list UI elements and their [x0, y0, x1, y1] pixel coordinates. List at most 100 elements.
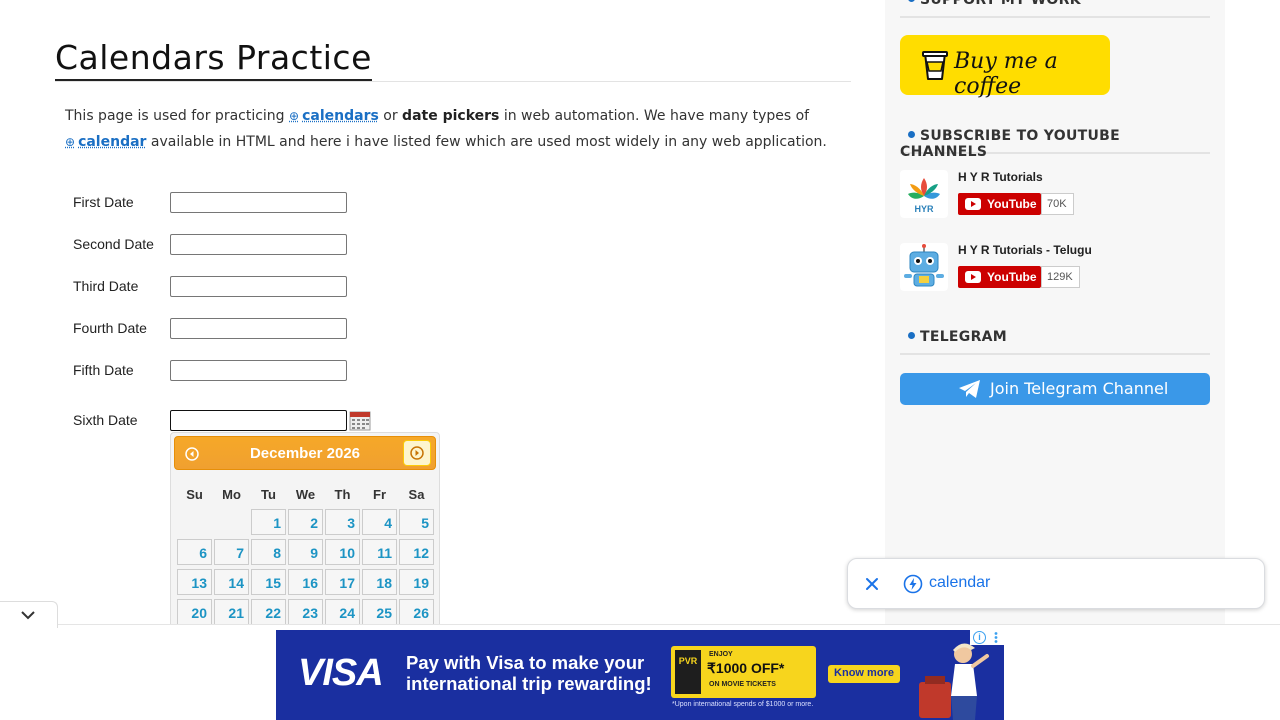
support-title-text: SUPPORT MY WORK: [920, 0, 1081, 8]
telegram-title-text: TELEGRAM: [920, 329, 1008, 345]
buy-coffee-label: Buy me a coffee: [954, 49, 1058, 99]
day-cell[interactable]: 14: [214, 569, 249, 595]
youtube-subscribe-button[interactable]: YouTube: [958, 193, 1041, 215]
channel-row-hyr-telugu: H Y R Tutorials - Telugu YouTube 129K: [900, 243, 1210, 293]
ad-choices[interactable]: i: [970, 630, 1004, 645]
ad-collapse-tab[interactable]: [0, 601, 58, 628]
hyr-telugu-channel-avatar[interactable]: [900, 243, 948, 291]
day-cell[interactable]: 24: [325, 599, 360, 625]
day-cell[interactable]: 13: [177, 569, 212, 595]
youtube-logo-icon: [965, 198, 981, 210]
day-cell[interactable]: 25: [362, 599, 397, 625]
plus-circle-icon: ⊕: [65, 135, 76, 149]
datepicker-grid: Su Mo Tu We Th Fr Sa 1 2 3 4 5 6 7 8 9 1…: [175, 479, 436, 629]
support-widget-title: SUPPORT MY WORK: [900, 0, 1210, 18]
day-cell[interactable]: 19: [399, 569, 434, 595]
offer-subtext: ON MOVIE TICKETS: [709, 681, 776, 688]
third-date-input[interactable]: [170, 276, 347, 297]
day-cell[interactable]: 6: [177, 539, 212, 565]
youtube-button-label: YouTube: [987, 197, 1037, 211]
third-date-label: Third Date: [73, 278, 139, 294]
datepicker-month-year: December 2026: [249, 445, 361, 462]
day-cell[interactable]: 5: [399, 509, 434, 535]
coffee-cup-icon: [922, 51, 948, 80]
day-cell[interactable]: 1: [251, 509, 286, 535]
telegram-plane-icon: [959, 380, 980, 398]
youtube-button-label: YouTube: [987, 270, 1037, 284]
day-cell[interactable]: 9: [288, 539, 323, 565]
first-date-input[interactable]: [170, 192, 347, 213]
day-cell[interactable]: 23: [288, 599, 323, 625]
day-cell[interactable]: 15: [251, 569, 286, 595]
calendar-link-label: calendar: [78, 134, 147, 150]
day-cell[interactable]: 17: [325, 569, 360, 595]
svg-text:HYR: HYR: [914, 204, 934, 214]
telegram-widget-title: TELEGRAM: [900, 329, 1210, 355]
day-cell[interactable]: 21: [214, 599, 249, 625]
day-cell[interactable]: 2: [288, 509, 323, 535]
close-icon[interactable]: [863, 575, 881, 593]
weekday-header: Su: [186, 486, 203, 502]
buy-coffee-button[interactable]: Buy me a coffee: [900, 35, 1110, 99]
fourth-date-label: Fourth Date: [73, 320, 147, 336]
more-vertical-icon[interactable]: [992, 631, 1000, 644]
day-cell[interactable]: 16: [288, 569, 323, 595]
datepicker-header: December 2026: [174, 436, 436, 470]
intro-paragraph: This page is used for practicing ⊕ calend…: [65, 103, 855, 155]
day-cell[interactable]: 22: [251, 599, 286, 625]
day-cell[interactable]: 26: [399, 599, 434, 625]
day-cell[interactable]: 12: [399, 539, 434, 565]
youtube-widget-title: SUBSCRIBE TO YOUTUBE CHANNELS: [900, 128, 1210, 160]
visa-ad-banner[interactable]: VISA Pay with Visa to make your internat…: [276, 630, 1004, 720]
weekday-header: Th: [334, 486, 351, 502]
intro-text-4: available in HTML and here i have listed…: [146, 134, 827, 150]
day-cell[interactable]: 20: [177, 599, 212, 625]
intro-text-2: or: [378, 108, 403, 124]
day-cell[interactable]: 18: [362, 569, 397, 595]
info-icon[interactable]: i: [973, 631, 986, 644]
visa-logo: VISA: [298, 652, 384, 694]
join-telegram-button[interactable]: Join Telegram Channel: [900, 373, 1210, 405]
movie-offer-box: PVR ENJOY ₹1000 OFF* ON MOVIE TICKETS: [671, 646, 816, 698]
day-cell[interactable]: 11: [362, 539, 397, 565]
calendars-link-label: calendars: [302, 108, 379, 124]
next-month-button[interactable]: [403, 440, 431, 466]
calendars-link[interactable]: ⊕ calendars: [289, 108, 379, 124]
channel-row-hyr: HYR H Y R Tutorials YouTube 70K: [900, 170, 1210, 220]
fifth-date-input[interactable]: [170, 360, 347, 381]
search-suggestion-text: calendar: [929, 574, 991, 591]
second-date-input[interactable]: [170, 234, 347, 255]
fourth-date-input[interactable]: [170, 318, 347, 339]
weekday-header: Mo: [222, 486, 241, 502]
second-date-label: Second Date: [73, 236, 154, 252]
ad-headline: Pay with Visa to make your international…: [406, 652, 652, 694]
day-cell[interactable]: 10: [325, 539, 360, 565]
day-cell[interactable]: 8: [251, 539, 286, 565]
youtube-title-text: SUBSCRIBE TO YOUTUBE CHANNELS: [900, 128, 1120, 160]
day-cell[interactable]: 7: [214, 539, 249, 565]
offer-enjoy-text: ENJOY: [709, 651, 733, 658]
traveler-illustration: [919, 643, 989, 720]
day-cell[interactable]: 4: [362, 509, 397, 535]
day-cell[interactable]: 3: [325, 509, 360, 535]
fifth-date-label: Fifth Date: [73, 362, 134, 378]
main-content: Calendars Practice This page is used for…: [0, 0, 870, 720]
lightning-bolt-icon: [903, 574, 923, 594]
first-date-label: First Date: [73, 194, 134, 210]
chevron-down-icon: [21, 611, 35, 620]
youtube-logo-icon: [965, 271, 981, 283]
channel-name[interactable]: H Y R Tutorials: [958, 170, 1043, 184]
youtube-subscribe-button[interactable]: YouTube: [958, 266, 1041, 288]
search-suggestion-chip[interactable]: calendar: [847, 558, 1265, 609]
hyr-channel-avatar[interactable]: HYR: [900, 170, 948, 218]
bullet-dot: [908, 0, 915, 2]
date-pickers-text: date pickers: [402, 108, 500, 124]
datepicker-popup: December 2026 Su Mo Tu We Th Fr Sa 1 2 3…: [170, 432, 440, 632]
channel-name[interactable]: H Y R Tutorials - Telugu: [958, 243, 1092, 257]
sixth-date-input[interactable]: [170, 410, 347, 431]
calendar-link[interactable]: ⊕ calendar: [65, 134, 146, 150]
join-telegram-label: Join Telegram Channel: [990, 379, 1169, 398]
calendar-icon[interactable]: [349, 409, 371, 431]
know-more-button[interactable]: Know more: [828, 665, 900, 683]
intro-text-1: This page is used for practicing: [65, 108, 290, 124]
